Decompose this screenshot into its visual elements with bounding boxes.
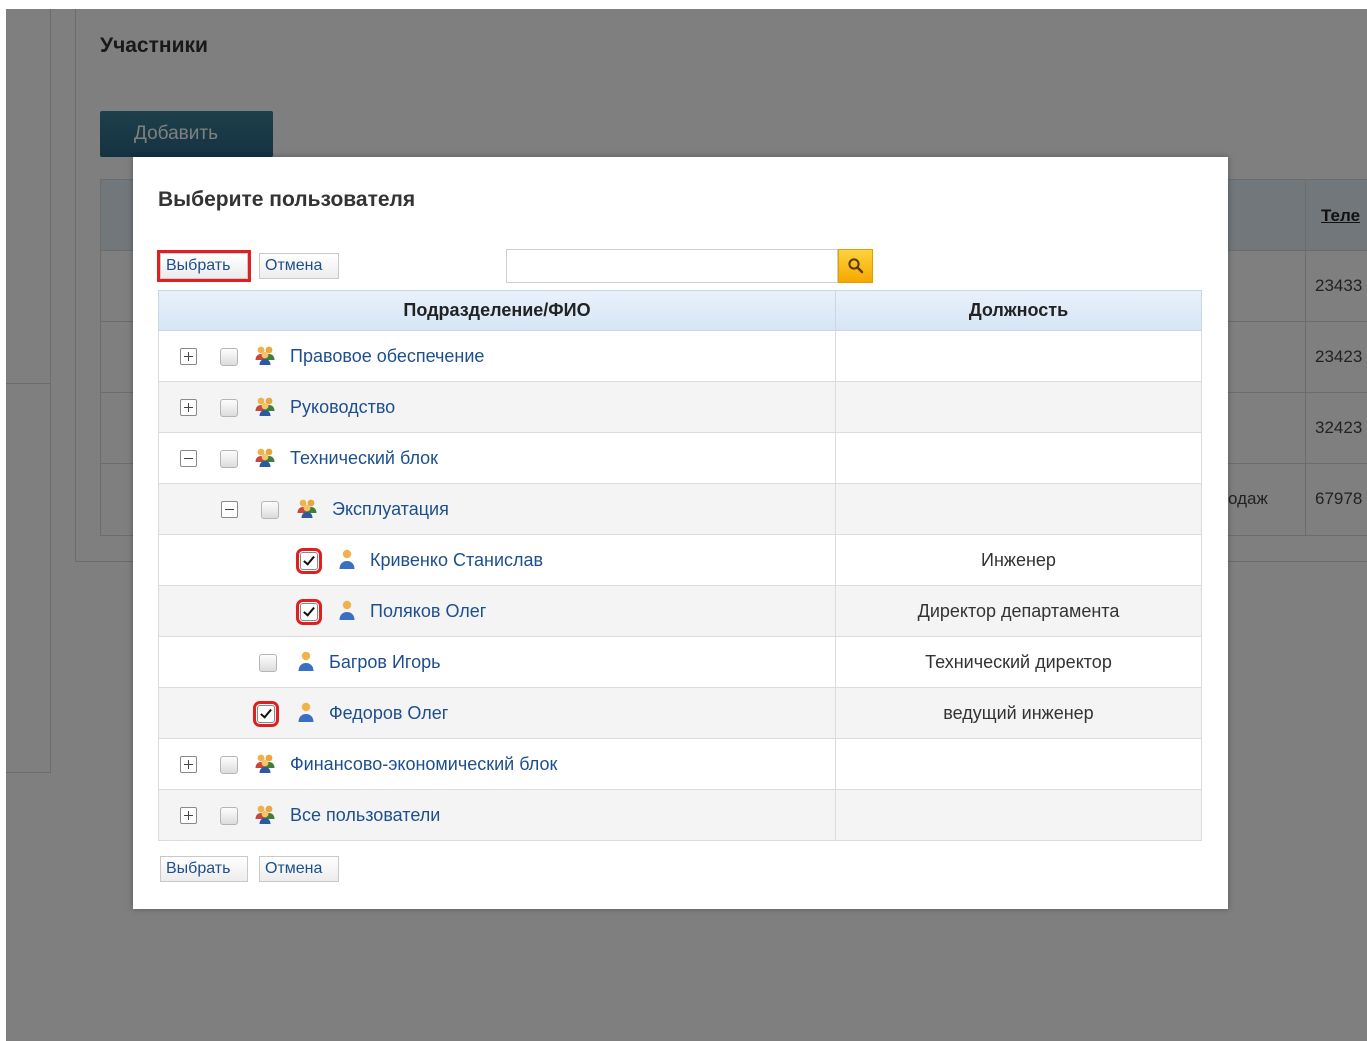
tree-row: Технический блок <box>158 433 1202 484</box>
dialog-title: Выберите пользователя <box>158 188 416 211</box>
expand-toggle-icon[interactable] <box>180 348 197 365</box>
tree-row: Эксплуатация <box>158 484 1202 535</box>
position-cell <box>836 382 1201 432</box>
group-users-icon <box>255 397 275 416</box>
user-icon <box>339 600 355 620</box>
user-icon <box>298 702 314 722</box>
tree-row: Федоров Олег ведущий инженер <box>158 688 1202 739</box>
tree-item-label[interactable]: Все пользователи <box>290 790 440 840</box>
position-cell: Инженер <box>981 550 1056 570</box>
row-checkbox[interactable] <box>220 348 238 366</box>
tree-row: Финансово-экономический блок <box>158 739 1202 790</box>
select-button-bottom[interactable]: Выбрать <box>160 856 248 882</box>
cancel-button[interactable]: Отмена <box>259 253 339 279</box>
row-checkbox[interactable] <box>220 756 238 774</box>
group-users-icon <box>255 754 275 773</box>
group-users-icon <box>297 499 317 518</box>
cancel-button-bottom[interactable]: Отмена <box>259 856 339 882</box>
search-icon <box>847 258 863 274</box>
row-checkbox[interactable] <box>296 599 322 625</box>
tree-row: Руководство <box>158 382 1202 433</box>
row-checkbox[interactable] <box>220 807 238 825</box>
user-icon <box>339 549 355 569</box>
row-checkbox[interactable] <box>220 399 238 417</box>
tree-row: Все пользователи <box>158 790 1202 841</box>
tree-item-label[interactable]: Руководство <box>290 382 395 432</box>
tree-item-label[interactable]: Финансово-экономический блок <box>290 739 557 789</box>
select-user-dialog: Выберите пользователя Выбрать Отмена Под… <box>133 157 1228 909</box>
position-cell: ведущий инженер <box>943 703 1094 723</box>
expand-toggle-icon[interactable] <box>180 807 197 824</box>
position-cell <box>836 739 1201 789</box>
column-header-position: Должность <box>968 300 1069 320</box>
position-cell: Директор департамента <box>917 601 1120 621</box>
search-button[interactable] <box>838 249 873 283</box>
row-checkbox[interactable] <box>259 654 277 672</box>
position-cell <box>836 484 1201 534</box>
tree-row: Правовое обеспечение <box>158 331 1202 382</box>
position-cell <box>836 433 1201 483</box>
select-button[interactable]: Выбрать <box>157 250 251 282</box>
tree-item-label[interactable]: Кривенко Станислав <box>370 535 543 585</box>
tree-item-label[interactable]: Поляков Олег <box>370 586 486 636</box>
row-checkbox[interactable] <box>261 501 279 519</box>
tree-item-label[interactable]: Технический блок <box>290 433 438 483</box>
tree-header: Подразделение/ФИО Должность <box>158 290 1202 331</box>
row-checkbox[interactable] <box>220 450 238 468</box>
user-icon <box>298 651 314 671</box>
group-users-icon <box>255 346 275 365</box>
tree-row: Багров Игорь Технический директор <box>158 637 1202 688</box>
position-cell: Технический директор <box>925 652 1112 672</box>
position-cell <box>836 331 1201 381</box>
search-input[interactable] <box>506 249 838 283</box>
group-users-icon <box>255 448 275 467</box>
tree-item-label[interactable]: Эксплуатация <box>332 484 449 534</box>
tree-item-label[interactable]: Правовое обеспечение <box>290 331 484 381</box>
row-checkbox[interactable] <box>253 701 279 727</box>
expand-toggle-icon[interactable] <box>180 399 197 416</box>
tree-item-label[interactable]: Федоров Олег <box>329 688 448 738</box>
expand-toggle-icon[interactable] <box>180 756 197 773</box>
tree-row: Кривенко Станислав Инженер <box>158 535 1202 586</box>
row-checkbox[interactable] <box>296 548 322 574</box>
tree-item-label[interactable]: Багров Игорь <box>329 637 440 687</box>
collapse-toggle-icon[interactable] <box>180 450 197 467</box>
collapse-toggle-icon[interactable] <box>221 501 238 518</box>
tree-row: Поляков Олег Директор департамента <box>158 586 1202 637</box>
group-users-icon <box>255 805 275 824</box>
position-cell <box>836 790 1201 840</box>
column-header-name: Подразделение/ФИО <box>159 291 836 330</box>
